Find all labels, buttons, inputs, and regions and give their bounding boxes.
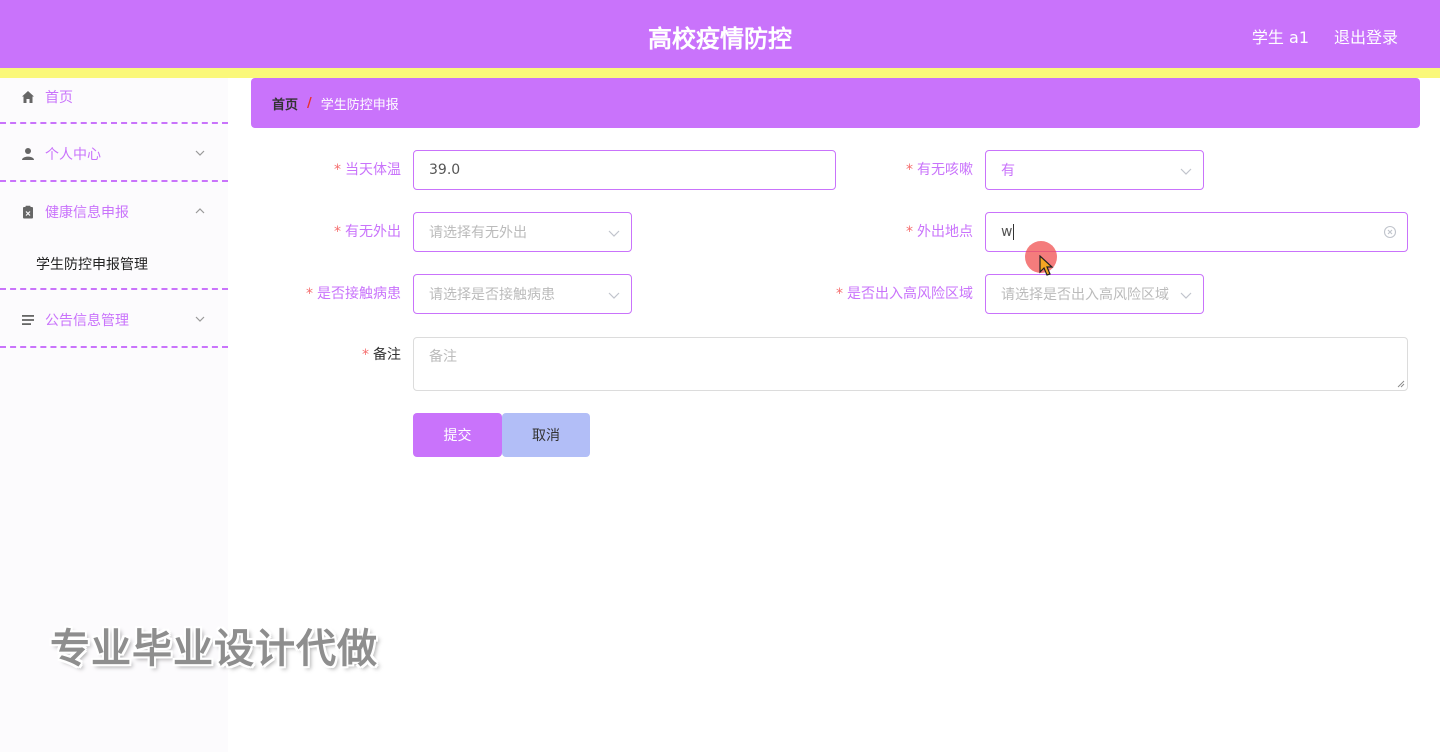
breadcrumb-current: 学生防控申报	[320, 97, 399, 113]
contact-select[interactable]: 请选择是否接触病患	[413, 274, 632, 314]
location-value: w	[1001, 224, 1013, 240]
clear-icon[interactable]	[1382, 224, 1398, 240]
went-out-select[interactable]: 请选择有无外出	[413, 212, 632, 252]
sidebar-item-label: 公告信息管理	[45, 313, 129, 329]
required-mark: *	[334, 162, 341, 178]
app-title: 高校疫情防控	[648, 25, 792, 53]
mouse-pointer-icon	[1039, 255, 1054, 276]
required-mark: *	[362, 347, 369, 363]
chevron-down-icon	[195, 150, 205, 156]
required-mark: *	[306, 286, 313, 302]
chevron-up-icon	[195, 208, 205, 214]
breadcrumb: 首页 / 学生防控申报	[251, 78, 1420, 128]
chevron-down-icon	[1180, 292, 1192, 299]
required-mark: *	[836, 286, 843, 302]
chevron-down-icon	[1180, 168, 1192, 175]
high-risk-select[interactable]: 请选择是否出入高风险区域	[985, 274, 1204, 314]
cough-value: 有	[1001, 163, 1015, 179]
sidebar-item-notices[interactable]: 公告信息管理	[0, 298, 228, 342]
required-mark: *	[906, 162, 913, 178]
sidebar-divider	[0, 346, 228, 348]
clipboard-icon	[20, 204, 36, 220]
sidebar-item-label: 首页	[45, 90, 73, 106]
sidebar-item-profile[interactable]: 个人中心	[0, 132, 228, 176]
sidebar-item-health-report[interactable]: 健康信息申报	[0, 190, 228, 234]
contact-placeholder: 请选择是否接触病患	[429, 287, 555, 303]
temperature-label-text: 当天体温	[345, 162, 401, 178]
sidebar-subitem-label: 学生防控申报管理	[36, 257, 148, 273]
home-icon	[20, 89, 36, 105]
contact-label-text: 是否接触病患	[317, 286, 401, 302]
sidebar-item-home[interactable]: 首页	[0, 75, 228, 119]
remark-label-text: 备注	[373, 347, 401, 363]
sidebar-item-label: 健康信息申报	[45, 205, 129, 221]
list-icon	[20, 312, 36, 328]
location-label-text: 外出地点	[917, 224, 973, 240]
cough-label: * 有无咳嗽	[830, 150, 973, 190]
user-icon	[20, 146, 36, 162]
chevron-down-icon	[608, 230, 620, 237]
sidebar-divider	[0, 180, 228, 182]
remark-textarea[interactable]: 备注	[413, 337, 1408, 391]
current-user: 学生 a1	[1251, 28, 1309, 47]
top-header: 高校疫情防控 学生 a1 退出登录	[0, 0, 1440, 68]
chevron-down-icon	[195, 316, 205, 322]
sidebar-divider	[0, 288, 228, 290]
temperature-value: 39.0	[429, 162, 461, 178]
chevron-down-icon	[608, 292, 620, 299]
high-risk-placeholder: 请选择是否出入高风险区域	[1001, 287, 1169, 303]
sidebar-subitem-student-report[interactable]: 学生防控申报管理	[0, 242, 228, 286]
breadcrumb-separator: /	[307, 95, 312, 111]
went-out-label: * 有无外出	[260, 212, 401, 252]
contact-label: * 是否接触病患	[260, 274, 401, 314]
required-mark: *	[334, 224, 341, 240]
logout-link[interactable]: 退出登录	[1334, 24, 1398, 48]
temperature-label: * 当天体温	[260, 150, 401, 190]
sidebar-divider	[0, 122, 228, 124]
required-mark: *	[906, 224, 913, 240]
high-risk-label-text: 是否出入高风险区域	[847, 286, 973, 302]
submit-button[interactable]: 提交	[413, 413, 502, 457]
cough-select[interactable]: 有	[985, 150, 1204, 190]
location-label: * 外出地点	[830, 212, 973, 252]
watermark-text: 专业毕业设计代做	[50, 626, 378, 672]
sidebar-item-label: 个人中心	[45, 147, 101, 163]
cough-label-text: 有无咳嗽	[917, 162, 973, 178]
remark-label: * 备注	[260, 335, 401, 375]
breadcrumb-home[interactable]: 首页	[272, 94, 298, 113]
cancel-button[interactable]: 取消	[502, 413, 590, 457]
went-out-placeholder: 请选择有无外出	[429, 225, 527, 241]
temperature-input[interactable]: 39.0	[413, 150, 836, 190]
high-risk-label: * 是否出入高风险区域	[800, 274, 973, 314]
resize-grip-icon[interactable]	[1397, 380, 1405, 388]
remark-placeholder: 备注	[429, 349, 457, 365]
went-out-label-text: 有无外出	[345, 224, 401, 240]
text-caret	[1013, 224, 1015, 240]
